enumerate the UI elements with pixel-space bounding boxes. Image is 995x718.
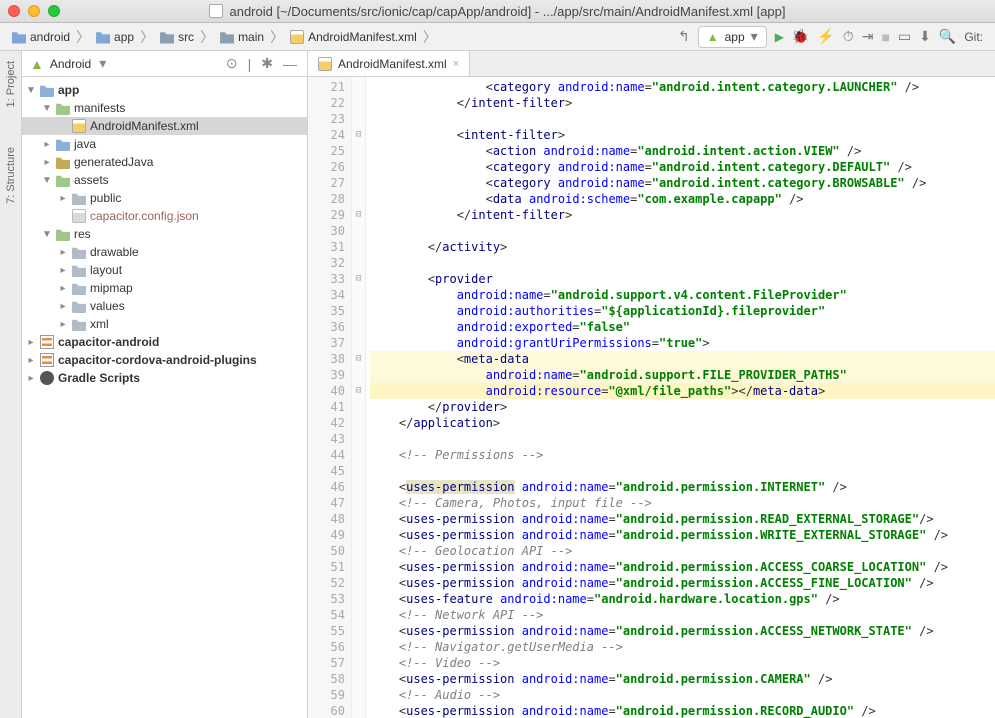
run-icon[interactable]: ▶ [775, 30, 784, 44]
module-icon [96, 30, 110, 44]
attach-icon[interactable]: ⇥ [862, 28, 874, 45]
folder-icon [56, 173, 70, 187]
module-icon [40, 83, 54, 97]
android-icon: ▲ [30, 56, 44, 72]
left-tool-rail: 1: Project 7: Structure [0, 51, 22, 718]
profile-icon[interactable]: ⏱ [843, 28, 854, 45]
tree-manifest-file[interactable]: AndroidManifest.xml [90, 119, 199, 133]
close-icon[interactable]: × [453, 58, 459, 70]
tree-capconfig[interactable]: capacitor.config.json [90, 209, 199, 223]
divider-icon: | [246, 56, 254, 72]
fold-gutter[interactable]: ⊟ ⊟ ⊟ ⊟ ⊟ [352, 77, 366, 718]
run-config-select[interactable]: ▲ app ▾ [698, 26, 767, 48]
folder-icon [56, 155, 70, 169]
file-icon [209, 4, 223, 18]
avd-icon[interactable]: ▭ [898, 28, 911, 45]
editor-area: AndroidManifest.xml × 21 22 23 24 25 26 … [308, 51, 995, 718]
folder-icon [72, 317, 86, 331]
tree-gradle[interactable]: Gradle Scripts [58, 371, 140, 385]
tree-assets[interactable]: assets [74, 173, 109, 187]
window-title: android [~/Documents/src/ionic/cap/capAp… [229, 4, 785, 19]
search-icon[interactable]: 🔍 [939, 28, 956, 45]
collapse-icon[interactable]: ⊙ [224, 55, 240, 72]
line-gutter: 21 22 23 24 25 26 27 28 29 30 31 32 33 3… [308, 77, 352, 718]
xml-icon [72, 119, 86, 133]
crumb-file[interactable]: AndroidManifest.xml [308, 30, 417, 44]
module-icon [12, 30, 26, 44]
code-editor[interactable]: 21 22 23 24 25 26 27 28 29 30 31 32 33 3… [308, 77, 995, 718]
tree-capcordova[interactable]: capacitor-cordova-android-plugins [58, 353, 257, 367]
folder-icon [72, 191, 86, 205]
tree-capandroid[interactable]: capacitor-android [58, 335, 159, 349]
tab-label: AndroidManifest.xml [338, 57, 447, 71]
folder-icon [72, 299, 86, 313]
tree-public[interactable]: public [90, 191, 121, 205]
tree-res[interactable]: res [74, 227, 91, 241]
folder-icon [160, 30, 174, 44]
sdk-icon[interactable]: ⬇ [919, 28, 931, 45]
window-controls [8, 5, 60, 17]
folder-icon [72, 281, 86, 295]
folder-icon [72, 263, 86, 277]
chevron-down-icon[interactable]: ▾ [97, 55, 108, 72]
folder-icon [72, 245, 86, 259]
minimize-window-icon[interactable] [28, 5, 40, 17]
android-icon: ▲ [707, 30, 719, 44]
debug-icon[interactable]: 🐞 [792, 28, 809, 45]
json-icon [72, 209, 86, 223]
tree-view-selector[interactable]: Android [50, 57, 91, 71]
settings-gear-icon[interactable]: ✱ [259, 55, 275, 72]
breadcrumb[interactable]: android〉 app〉 src〉 main〉 AndroidManifest… [8, 27, 674, 47]
close-window-icon[interactable] [8, 5, 20, 17]
git-label: Git: [964, 30, 983, 44]
code-content[interactable]: <category android:name="android.intent.c… [366, 77, 995, 718]
stop-icon[interactable]: ■ [881, 29, 889, 45]
tree-mipmap[interactable]: mipmap [90, 281, 133, 295]
crumb-src[interactable]: src [178, 30, 194, 44]
hide-icon[interactable]: — [281, 56, 299, 72]
tree-layout[interactable]: layout [90, 263, 122, 277]
tab-manifest[interactable]: AndroidManifest.xml × [308, 51, 470, 76]
rail-structure-tab[interactable]: 7: Structure [5, 147, 17, 204]
tree-drawable[interactable]: drawable [90, 245, 139, 259]
chevron-down-icon: ▾ [751, 28, 758, 45]
crumb-main[interactable]: main [238, 30, 264, 44]
run-config-label: app [725, 30, 745, 44]
project-tree[interactable]: ▼app ▼manifests ▸AndroidManifest.xml ▸ja… [22, 77, 307, 718]
apply-changes-icon[interactable]: ⚡ [817, 28, 834, 45]
project-tree-panel: ▲ Android ▾ ⊙ | ✱ — ▼app ▼manifests ▸And… [22, 51, 308, 718]
folder-icon [56, 101, 70, 115]
tree-header: ▲ Android ▾ ⊙ | ✱ — [22, 51, 307, 77]
xml-icon [290, 30, 304, 44]
tree-app[interactable]: app [58, 83, 79, 97]
xml-icon [318, 57, 332, 71]
back-icon[interactable]: ↰ [678, 28, 690, 45]
titlebar: android [~/Documents/src/ionic/cap/capAp… [0, 0, 995, 23]
tree-java[interactable]: java [74, 137, 96, 151]
zoom-window-icon[interactable] [48, 5, 60, 17]
navigation-toolbar: android〉 app〉 src〉 main〉 AndroidManifest… [0, 23, 995, 51]
tree-manifests[interactable]: manifests [74, 101, 125, 115]
rail-project-tab[interactable]: 1: Project [5, 61, 17, 107]
tree-xml[interactable]: xml [90, 317, 109, 331]
toolbar-actions: ↰ ▲ app ▾ ▶ 🐞 ⚡ ⏱ ⇥ ■ ▭ ⬇ 🔍 Git: [678, 26, 987, 48]
crumb-android[interactable]: android [30, 30, 70, 44]
gradle-icon [40, 371, 54, 385]
library-icon [40, 335, 54, 349]
editor-tabs: AndroidManifest.xml × [308, 51, 995, 77]
folder-icon [220, 30, 234, 44]
library-icon [40, 353, 54, 367]
crumb-app[interactable]: app [114, 30, 134, 44]
folder-icon [56, 227, 70, 241]
tree-values[interactable]: values [90, 299, 125, 313]
tree-genjava[interactable]: generatedJava [74, 155, 153, 169]
folder-icon [56, 137, 70, 151]
